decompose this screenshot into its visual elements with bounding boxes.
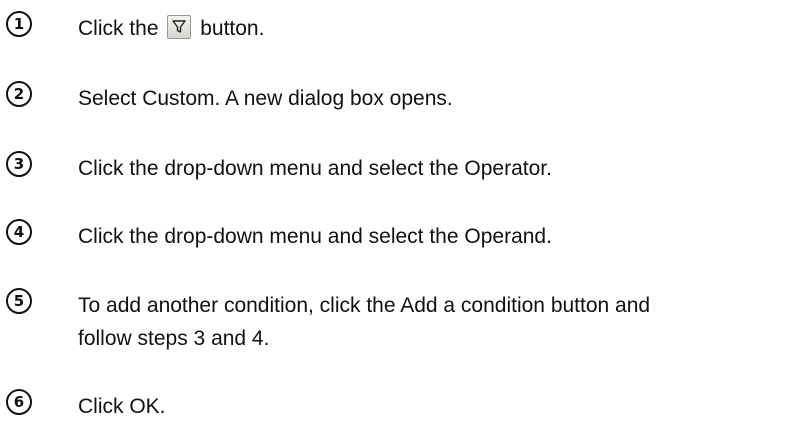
step-text: Click the drop-down menu and select the …	[78, 225, 552, 248]
instruction-steps: 1 Click the button. 2 Select Custom. A n…	[0, 0, 808, 423]
step-number: 6	[6, 389, 32, 415]
step-number: 4	[6, 219, 32, 245]
step-text: Click the button.	[78, 12, 803, 45]
step-number: 5	[6, 288, 32, 314]
step-text-before: Click the	[78, 17, 159, 40]
step-text: Select Custom. A new dialog box opens.	[78, 87, 453, 110]
filter-button[interactable]	[167, 15, 192, 39]
step-text: To add another condition, click the Add …	[78, 289, 803, 355]
step-text-line: To add another condition, click the Add …	[78, 294, 651, 317]
filter-icon	[172, 20, 187, 33]
step-number: 3	[6, 151, 32, 177]
step-number: 2	[6, 81, 32, 107]
step-text-after: button.	[200, 17, 265, 40]
step-text-line: follow steps 3 and 4.	[78, 327, 270, 350]
step-number: 1	[6, 11, 32, 37]
step-text: Click the drop-down menu and select the …	[78, 157, 552, 180]
step-text: Click OK.	[78, 395, 166, 418]
